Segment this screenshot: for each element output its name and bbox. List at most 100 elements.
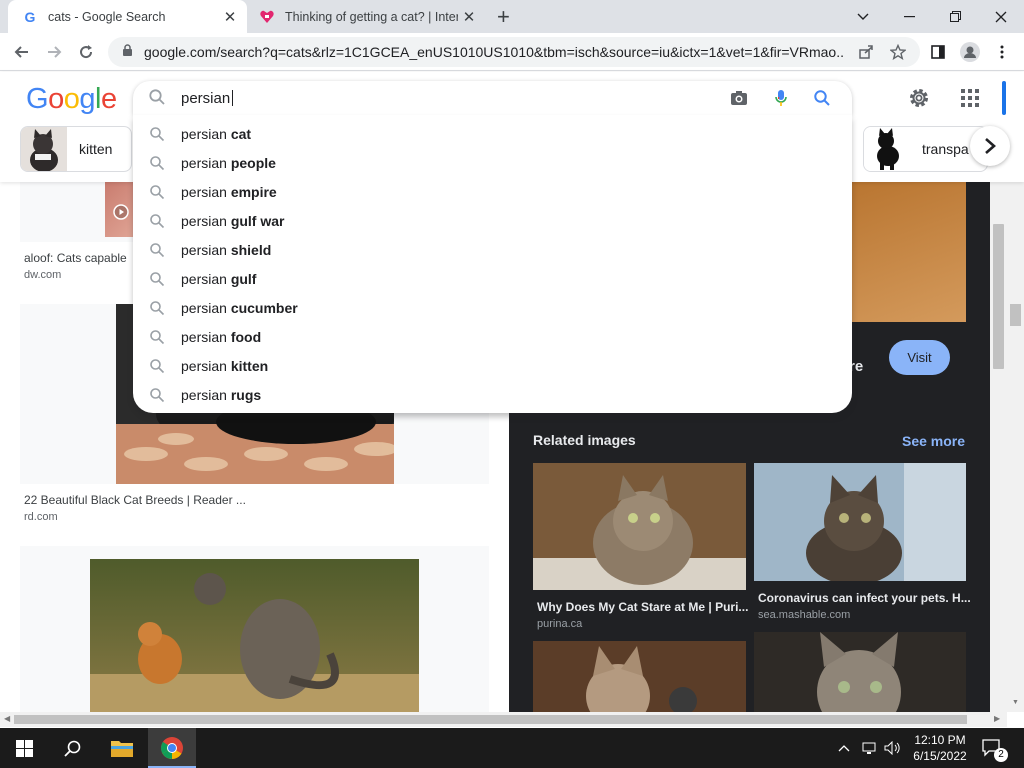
windows-start-icon[interactable] xyxy=(0,728,48,768)
suggestion-completion: shield xyxy=(230,241,272,258)
file-explorer-icon[interactable] xyxy=(98,728,146,768)
suggestion-item[interactable]: persian food xyxy=(133,322,852,351)
suggestion-item[interactable]: persian gulf war xyxy=(133,206,852,235)
scroll-down-arrow-icon[interactable]: ▼ xyxy=(1012,699,1019,706)
logo-letter: e xyxy=(100,83,117,115)
see-more-link[interactable]: See more xyxy=(902,433,965,449)
settings-gear-icon[interactable] xyxy=(905,84,933,112)
close-tab-icon[interactable]: ✕ xyxy=(458,8,480,26)
logo-letter: g xyxy=(79,83,95,115)
related-image-3[interactable] xyxy=(533,641,746,712)
heart-favicon-icon xyxy=(259,9,275,25)
apps-grid-icon[interactable] xyxy=(956,84,984,112)
browser-toolbar: google.com/search?q=cats&rlz=1C1GCEA_enU… xyxy=(0,33,1024,71)
suggestion-completion: cucumber xyxy=(230,299,298,316)
panel-scroll-thumb[interactable] xyxy=(993,224,1004,369)
camera-search-icon[interactable] xyxy=(727,87,751,109)
microphone-icon[interactable] xyxy=(769,87,793,109)
chip-thumbnail xyxy=(21,127,67,171)
suggestion-item[interactable]: persian rugs xyxy=(133,380,852,409)
chrome-taskbar-icon[interactable] xyxy=(148,728,196,768)
result-title[interactable]: aloof: Cats capable xyxy=(24,251,127,265)
suggestion-item[interactable]: persian empire xyxy=(133,177,852,206)
page-scroll-thumb[interactable] xyxy=(1010,304,1021,326)
related-source[interactable]: purina.ca xyxy=(537,618,582,630)
search-submit-icon[interactable] xyxy=(810,87,834,109)
suggestion-prefix: persian xyxy=(181,183,231,200)
result-source[interactable]: rd.com xyxy=(24,511,58,523)
restore-button[interactable] xyxy=(932,0,978,33)
side-panel-icon[interactable] xyxy=(924,38,952,66)
close-tab-icon[interactable]: ✕ xyxy=(219,8,241,26)
chrome-menu-icon[interactable] xyxy=(988,38,1016,66)
panel-scrollbar[interactable] xyxy=(990,182,1007,712)
chips-next-arrow-icon[interactable] xyxy=(970,126,1010,166)
related-image-2[interactable] xyxy=(754,463,966,581)
taskbar-search-icon[interactable] xyxy=(48,728,96,768)
related-image-1[interactable] xyxy=(533,463,746,590)
profile-avatar-icon[interactable] xyxy=(956,38,984,66)
search-input[interactable]: persian xyxy=(181,90,234,107)
related-source[interactable]: sea.mashable.com xyxy=(758,609,850,621)
visit-button[interactable]: Visit xyxy=(889,340,950,375)
volume-icon[interactable] xyxy=(884,728,902,768)
minimize-button[interactable] xyxy=(886,0,932,33)
tab-google-search[interactable]: G cats - Google Search ✕ xyxy=(8,0,247,33)
google-logo[interactable]: Google xyxy=(26,83,117,116)
account-indicator[interactable] xyxy=(1002,81,1006,115)
search-box[interactable]: persian xyxy=(133,81,852,115)
suggestion-item[interactable]: persian cat xyxy=(133,119,852,148)
notifications-button[interactable]: 2 xyxy=(982,728,1008,768)
result-title[interactable]: 22 Beautiful Black Cat Breeds | Reader .… xyxy=(24,493,246,507)
network-icon[interactable] xyxy=(862,728,878,768)
play-icon xyxy=(113,204,129,220)
suggestion-prefix: persian xyxy=(181,357,231,374)
horizontal-scroll-thumb[interactable] xyxy=(14,715,967,724)
forward-button[interactable] xyxy=(40,38,68,66)
scroll-right-arrow-icon[interactable]: ▶ xyxy=(994,714,1000,723)
suggestion-prefix: persian xyxy=(181,241,231,258)
search-suggestions-dropdown: persian cat persian people persian empir… xyxy=(133,115,852,413)
show-hidden-icons-chevron-icon[interactable] xyxy=(838,728,850,768)
reload-button[interactable] xyxy=(72,38,100,66)
result-image-two-cats[interactable] xyxy=(90,559,419,712)
suggestion-item[interactable]: persian shield xyxy=(133,235,852,264)
close-window-button[interactable] xyxy=(978,0,1024,33)
search-icon xyxy=(150,126,165,141)
search-icon xyxy=(150,329,165,344)
suggestion-prefix: persian xyxy=(181,299,231,316)
scroll-left-arrow-icon[interactable]: ◀ xyxy=(4,714,10,723)
related-caption[interactable]: Why Does My Cat Stare at Me | Puri... xyxy=(537,600,748,614)
tab-title: Thinking of getting a cat? | Intern xyxy=(285,9,458,24)
tab-search-icon[interactable] xyxy=(840,0,886,33)
related-image-4[interactable] xyxy=(754,632,966,712)
tab-cat-article[interactable]: Thinking of getting a cat? | Intern ✕ xyxy=(250,0,486,33)
chip-kitten[interactable]: kitten xyxy=(20,126,132,172)
related-caption[interactable]: Coronavirus can infect your pets. H... xyxy=(758,591,971,605)
bookmark-star-icon[interactable] xyxy=(884,37,912,67)
search-icon xyxy=(150,387,165,402)
suggestion-completion: people xyxy=(230,154,276,171)
horizontal-scrollbar[interactable]: ◀ ▶ xyxy=(0,712,1007,727)
suggestion-prefix: persian xyxy=(181,212,231,229)
related-images-heading: Related images xyxy=(533,432,636,448)
preview-image[interactable] xyxy=(836,182,966,322)
tab-title: cats - Google Search xyxy=(48,9,166,24)
share-icon[interactable] xyxy=(852,37,880,67)
search-icon xyxy=(150,271,165,286)
suggestion-item[interactable]: persian kitten xyxy=(133,351,852,380)
result-source[interactable]: dw.com xyxy=(24,269,61,281)
suggestion-completion: kitten xyxy=(230,357,269,374)
address-bar[interactable]: google.com/search?q=cats&rlz=1C1GCEA_enU… xyxy=(108,37,920,67)
suggestion-completion: food xyxy=(230,328,262,345)
suggestion-item[interactable]: persian gulf xyxy=(133,264,852,293)
system-clock[interactable]: 12:10 PM 6/15/2022 xyxy=(908,732,972,764)
logo-letter: o xyxy=(63,83,80,115)
search-icon xyxy=(149,89,165,105)
new-tab-button[interactable]: + xyxy=(497,4,510,30)
google-favicon-icon: G xyxy=(24,8,36,25)
suggestion-item[interactable]: persian cucumber xyxy=(133,293,852,322)
suggestion-item[interactable]: persian people xyxy=(133,148,852,177)
back-button[interactable] xyxy=(8,38,36,66)
notification-count-badge: 2 xyxy=(994,748,1008,762)
